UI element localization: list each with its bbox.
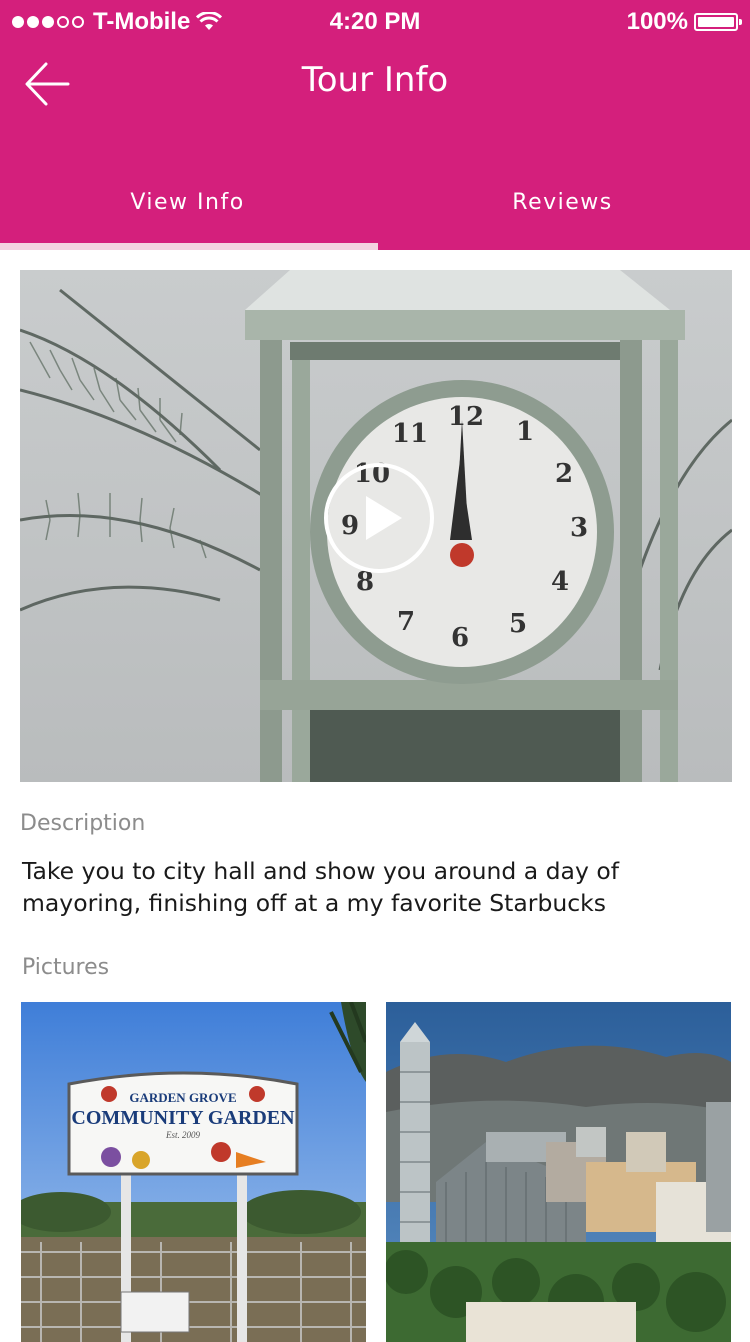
- play-icon: [366, 496, 402, 540]
- clock-number: 1: [516, 417, 534, 447]
- clock-number: 12: [448, 402, 484, 432]
- play-button[interactable]: [324, 463, 434, 573]
- status-right: 100%: [626, 8, 742, 36]
- tab-bar: View Info Reviews: [0, 176, 750, 250]
- battery-percent: 100%: [626, 8, 688, 35]
- tab-reviews[interactable]: Reviews: [375, 176, 750, 250]
- clock-number: 4: [551, 567, 569, 597]
- sign-line-2: COMMUNITY GARDEN: [71, 1107, 295, 1129]
- status-bar: T-Mobile 4:20 PM 100%: [0, 0, 750, 44]
- clock-number: 11: [392, 419, 428, 449]
- clock-number: 7: [397, 607, 415, 637]
- description-text: Take you to city hall and show you aroun…: [22, 857, 619, 917]
- community-garden-photo: GARDEN GROVE COMMUNITY GARDEN Est. 2009: [21, 1002, 366, 1342]
- clock-number: 5: [509, 609, 527, 639]
- clock-number: 6: [451, 623, 469, 653]
- sign-line-3: Est. 2009: [165, 1130, 201, 1140]
- clock-number: 2: [555, 459, 573, 489]
- tab-view-info[interactable]: View Info: [0, 176, 375, 250]
- picture-thumbnail[interactable]: GARDEN GROVE COMMUNITY GARDEN Est. 2009: [21, 1002, 366, 1342]
- active-tab-indicator: [0, 243, 378, 250]
- page-title: Tour Info: [301, 60, 449, 100]
- tour-video[interactable]: 12 1 2 3 4 5 6 7 8 9 10 11: [20, 270, 732, 782]
- sign-line-1: GARDEN GROVE: [129, 1090, 236, 1105]
- description-label: Description: [20, 811, 146, 836]
- cathedral-skyline-photo: [386, 1002, 731, 1342]
- app-header: T-Mobile 4:20 PM 100% Tour Info View Inf…: [0, 0, 750, 250]
- clock-number: 3: [570, 513, 588, 543]
- pictures-label: Pictures: [22, 955, 110, 980]
- picture-thumbnail[interactable]: [386, 1002, 731, 1342]
- battery-icon: [694, 13, 742, 31]
